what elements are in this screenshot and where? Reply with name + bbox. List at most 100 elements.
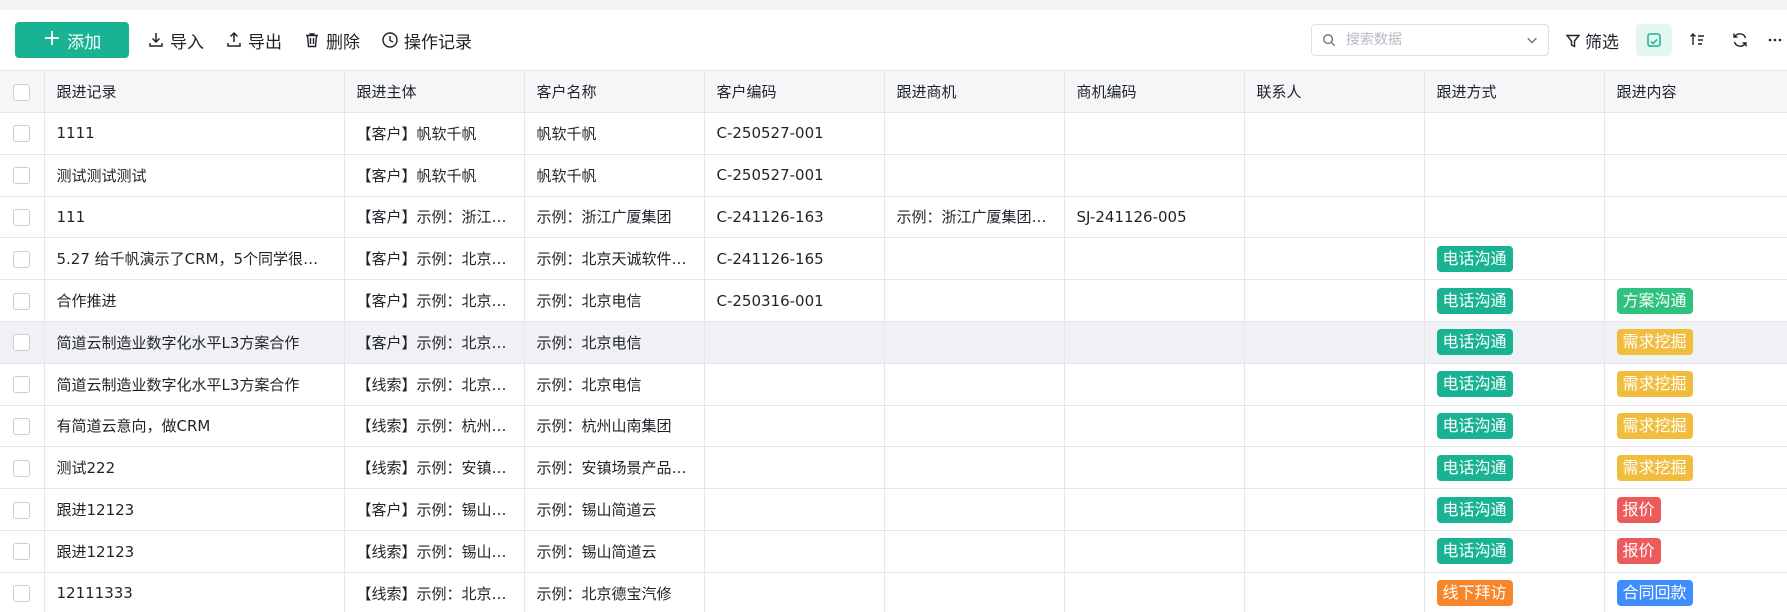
customer-name-cell[interactable]: 示例：锡山简道云 bbox=[524, 488, 705, 531]
search-input[interactable] bbox=[1343, 31, 1518, 49]
row-checkbox[interactable] bbox=[13, 208, 31, 226]
subject-cell[interactable]: 【客户】示例：北京… bbox=[344, 237, 525, 281]
opportunity-code-cell[interactable] bbox=[1064, 572, 1245, 612]
subject-cell[interactable]: 【线索】示例：北京… bbox=[344, 363, 525, 406]
export-button[interactable]: 导出 bbox=[225, 28, 282, 53]
opportunity-cell[interactable] bbox=[884, 112, 1065, 155]
customer-code-cell[interactable]: C-250316-001 bbox=[704, 279, 885, 322]
row-checkbox[interactable] bbox=[13, 417, 31, 435]
column-header[interactable]: 跟进记录 bbox=[44, 70, 345, 113]
sort-button[interactable] bbox=[1679, 24, 1715, 56]
customer-code-cell[interactable] bbox=[704, 446, 885, 490]
table-row[interactable]: 111 【客户】示例：浙江… 示例：浙江广厦集团 C-241126-163 示例：浙江广… bbox=[0, 196, 1787, 239]
row-checkbox[interactable] bbox=[13, 585, 31, 603]
opportunity-cell[interactable] bbox=[884, 530, 1065, 573]
select-all-checkbox[interactable] bbox=[13, 83, 31, 101]
contact-cell[interactable] bbox=[1244, 321, 1425, 364]
method-cell[interactable]: 电话沟通 bbox=[1424, 363, 1605, 406]
method-cell[interactable] bbox=[1424, 196, 1605, 239]
contact-cell[interactable] bbox=[1244, 196, 1425, 239]
opportunity-cell[interactable] bbox=[884, 405, 1065, 448]
column-header[interactable]: 跟进方式 bbox=[1424, 70, 1605, 113]
subject-cell[interactable]: 【客户】示例：浙江… bbox=[344, 196, 525, 239]
contact-cell[interactable] bbox=[1244, 572, 1425, 612]
refresh-button[interactable] bbox=[1722, 24, 1758, 56]
subject-cell[interactable]: 【客户】示例：北京… bbox=[344, 279, 525, 322]
content-cell[interactable]: 需求挖掘 bbox=[1604, 363, 1787, 406]
record-cell[interactable]: 合作推进 bbox=[44, 279, 345, 322]
opportunity-code-cell[interactable] bbox=[1064, 446, 1245, 490]
row-checkbox[interactable] bbox=[13, 125, 31, 143]
opportunity-cell[interactable] bbox=[884, 237, 1065, 281]
record-cell[interactable]: 跟进12123 bbox=[44, 530, 345, 573]
customer-code-cell[interactable]: C-250527-001 bbox=[704, 112, 885, 155]
opportunity-code-cell[interactable] bbox=[1064, 237, 1245, 281]
view-mode-button[interactable] bbox=[1636, 24, 1672, 56]
method-cell[interactable]: 电话沟通 bbox=[1424, 405, 1605, 448]
column-header[interactable]: 跟进内容 bbox=[1604, 70, 1787, 113]
customer-name-cell[interactable]: 示例：杭州山南集团 bbox=[524, 405, 705, 448]
column-header[interactable]: 客户名称 bbox=[524, 70, 705, 113]
customer-name-cell[interactable]: 示例：安镇场景产品… bbox=[524, 446, 705, 490]
subject-cell[interactable]: 【线索】示例：北京… bbox=[344, 572, 525, 612]
row-checkbox[interactable] bbox=[13, 501, 31, 519]
customer-name-cell[interactable]: 示例：锡山简道云 bbox=[524, 530, 705, 573]
column-header[interactable]: 商机编码 bbox=[1064, 70, 1245, 113]
customer-name-cell[interactable]: 帆软千帆 bbox=[524, 154, 705, 197]
customer-code-cell[interactable] bbox=[704, 530, 885, 573]
row-checkbox[interactable] bbox=[13, 167, 31, 185]
customer-name-cell[interactable]: 示例：北京德宝汽修 bbox=[524, 572, 705, 612]
customer-code-cell[interactable] bbox=[704, 488, 885, 531]
subject-cell[interactable]: 【客户】帆软千帆 bbox=[344, 112, 525, 155]
opportunity-cell[interactable] bbox=[884, 446, 1065, 490]
customer-code-cell[interactable] bbox=[704, 321, 885, 364]
method-cell[interactable]: 线下拜访 bbox=[1424, 572, 1605, 612]
opportunity-code-cell[interactable] bbox=[1064, 363, 1245, 406]
method-cell[interactable]: 电话沟通 bbox=[1424, 530, 1605, 573]
opportunity-code-cell[interactable] bbox=[1064, 405, 1245, 448]
column-header[interactable]: 跟进商机 bbox=[884, 70, 1065, 113]
customer-code-cell[interactable]: C-250527-001 bbox=[704, 154, 885, 197]
record-cell[interactable]: 简道云制造业数字化水平L3方案合作 bbox=[44, 321, 345, 364]
method-cell[interactable]: 电话沟通 bbox=[1424, 446, 1605, 490]
opportunity-code-cell[interactable]: SJ-241126-005 bbox=[1064, 196, 1245, 239]
content-cell[interactable]: 需求挖掘 bbox=[1604, 446, 1787, 490]
delete-button[interactable]: 删除 bbox=[303, 28, 360, 53]
table-row[interactable]: 简道云制造业数字化水平L3方案合作 【客户】示例：北京… 示例：北京电信 电话沟通 需求… bbox=[0, 321, 1787, 364]
customer-name-cell[interactable]: 帆软千帆 bbox=[524, 112, 705, 155]
customer-code-cell[interactable] bbox=[704, 405, 885, 448]
column-header[interactable]: 客户编码 bbox=[704, 70, 885, 113]
method-cell[interactable] bbox=[1424, 112, 1605, 155]
record-cell[interactable]: 测试测试测试 bbox=[44, 154, 345, 197]
contact-cell[interactable] bbox=[1244, 446, 1425, 490]
column-header[interactable]: 跟进主体 bbox=[344, 70, 525, 113]
column-header[interactable]: 联系人 bbox=[1244, 70, 1425, 113]
content-cell[interactable]: 报价 bbox=[1604, 488, 1787, 531]
opportunity-cell[interactable] bbox=[884, 154, 1065, 197]
content-cell[interactable]: 合同回款 bbox=[1604, 572, 1787, 612]
operation-log-button[interactable]: 操作记录 bbox=[381, 28, 472, 53]
record-cell[interactable]: 111 bbox=[44, 196, 345, 239]
record-cell[interactable]: 有简道云意向，做CRM bbox=[44, 405, 345, 448]
record-cell[interactable]: 跟进12123 bbox=[44, 488, 345, 531]
content-cell[interactable] bbox=[1604, 196, 1787, 239]
table-row[interactable]: 简道云制造业数字化水平L3方案合作 【线索】示例：北京… 示例：北京电信 电话沟通 需求… bbox=[0, 363, 1787, 406]
row-checkbox[interactable] bbox=[13, 376, 31, 394]
contact-cell[interactable] bbox=[1244, 154, 1425, 197]
contact-cell[interactable] bbox=[1244, 488, 1425, 531]
contact-cell[interactable] bbox=[1244, 530, 1425, 573]
content-cell[interactable]: 需求挖掘 bbox=[1604, 321, 1787, 364]
customer-code-cell[interactable]: C-241126-165 bbox=[704, 237, 885, 281]
customer-name-cell[interactable]: 示例：北京天诚软件… bbox=[524, 237, 705, 281]
row-checkbox[interactable] bbox=[13, 459, 31, 477]
row-checkbox[interactable] bbox=[13, 543, 31, 561]
opportunity-cell[interactable] bbox=[884, 572, 1065, 612]
opportunity-code-cell[interactable] bbox=[1064, 112, 1245, 155]
opportunity-cell[interactable]: 示例：浙江广厦集团… bbox=[884, 196, 1065, 239]
customer-code-cell[interactable] bbox=[704, 572, 885, 612]
opportunity-code-cell[interactable] bbox=[1064, 154, 1245, 197]
customer-name-cell[interactable]: 示例：北京电信 bbox=[524, 363, 705, 406]
method-cell[interactable]: 电话沟通 bbox=[1424, 237, 1605, 281]
method-cell[interactable] bbox=[1424, 154, 1605, 197]
subject-cell[interactable]: 【线索】示例：杭州… bbox=[344, 405, 525, 448]
